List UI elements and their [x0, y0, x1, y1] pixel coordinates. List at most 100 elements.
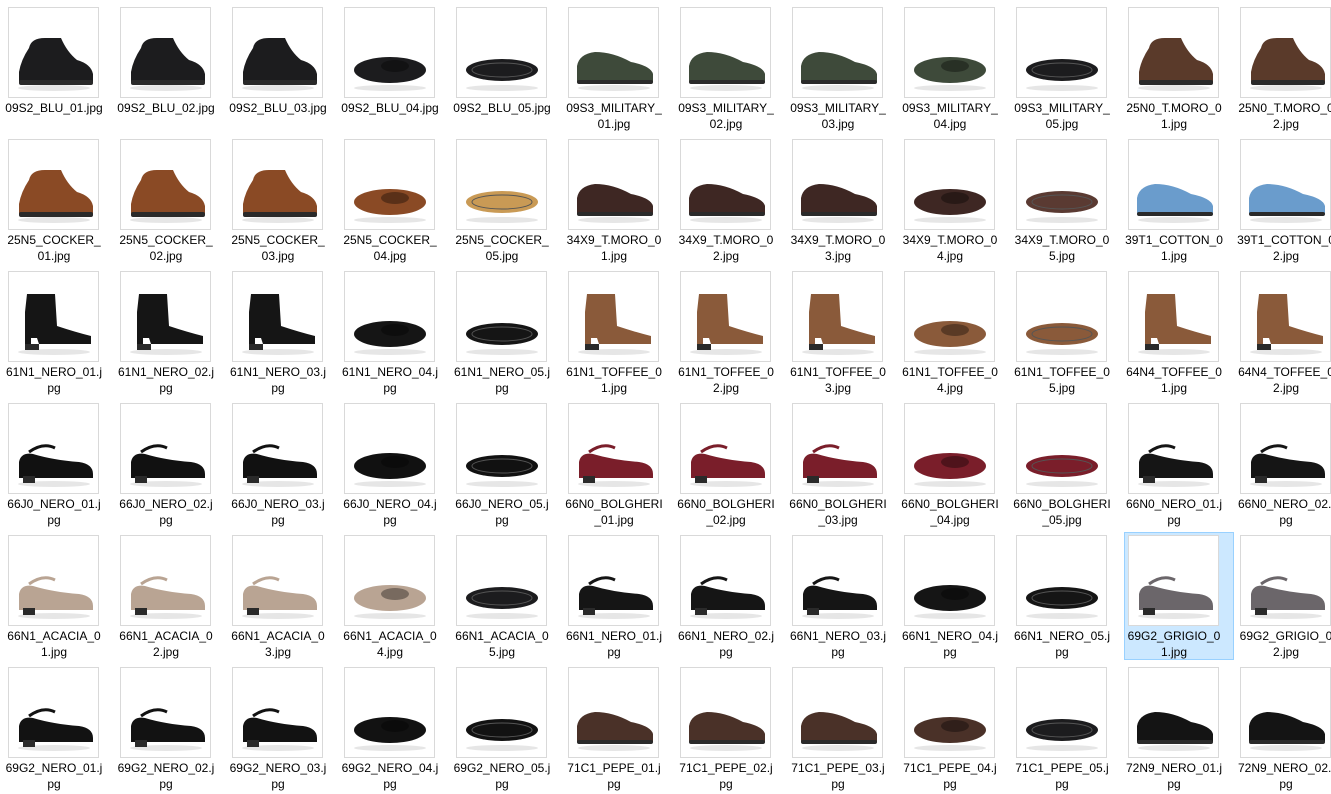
file-item[interactable]: 66N1_ACACIA_02.jpg	[116, 532, 226, 660]
file-item[interactable]: 09S2_BLU_05.jpg	[452, 4, 562, 132]
file-item[interactable]: 61N1_TOFFEE_01.jpg	[564, 268, 674, 396]
file-item[interactable]: 25N5_COCKER_01.jpg	[4, 136, 114, 264]
file-item[interactable]: 69G2_GRIGIO_01.jpg	[1124, 532, 1234, 660]
file-name: 66N1_ACACIA_04.jpg	[343, 629, 437, 659]
file-item[interactable]: 61N1_NERO_05.jpg	[452, 268, 562, 396]
file-item[interactable]: 66N1_ACACIA_01.jpg	[4, 532, 114, 660]
file-item[interactable]: 66N1_NERO_02.jpg	[676, 532, 786, 660]
file-item[interactable]: 69G2_GRIGIO_02.jpg	[1236, 532, 1331, 660]
file-item[interactable]: 66N0_BOLGHERI_03.jpg	[788, 400, 898, 528]
file-item[interactable]: 66N1_ACACIA_04.jpg	[340, 532, 450, 660]
woven-tassel-loafer-front-thumbnail	[792, 139, 883, 230]
file-item[interactable]: 71C1_PEPE_02.jpg	[676, 664, 786, 792]
file-item[interactable]: 09S3_MILITARY_04.jpg	[900, 4, 1010, 132]
file-item[interactable]: 09S3_MILITARY_03.jpg	[788, 4, 898, 132]
file-item[interactable]: 66N0_BOLGHERI_01.jpg	[564, 400, 674, 528]
file-name: 66J0_NERO_01.jpg	[7, 497, 101, 527]
file-item[interactable]: 71C1_PEPE_04.jpg	[900, 664, 1010, 792]
file-item[interactable]: 09S2_BLU_04.jpg	[340, 4, 450, 132]
file-item[interactable]: 66J0_NERO_02.jpg	[116, 400, 226, 528]
file-item[interactable]: 66N0_BOLGHERI_02.jpg	[676, 400, 786, 528]
file-item[interactable]: 71C1_PEPE_03.jpg	[788, 664, 898, 792]
file-item[interactable]: 25N0_T.MORO_02.jpg	[1236, 4, 1331, 132]
file-item[interactable]: 09S2_BLU_01.jpg	[4, 4, 114, 132]
file-item[interactable]: 61N1_NERO_04.jpg	[340, 268, 450, 396]
file-item[interactable]: 69G2_NERO_01.jpg	[4, 664, 114, 792]
file-item[interactable]: 61N1_NERO_01.jpg	[4, 268, 114, 396]
file-item[interactable]: 09S3_MILITARY_05.jpg	[1012, 4, 1122, 132]
woven-tassel-loafer-top-thumbnail	[904, 139, 995, 230]
file-item[interactable]: 34X9_T.MORO_04.jpg	[900, 136, 1010, 264]
file-name: 61N1_TOFFEE_05.jpg	[1014, 365, 1110, 395]
file-item[interactable]: 25N5_COCKER_03.jpg	[228, 136, 338, 264]
file-item[interactable]: 71C1_PEPE_05.jpg	[1012, 664, 1122, 792]
file-item[interactable]: 09S2_BLU_03.jpg	[228, 4, 338, 132]
file-item[interactable]: 09S3_MILITARY_02.jpg	[676, 4, 786, 132]
file-item[interactable]: 69G2_NERO_05.jpg	[452, 664, 562, 792]
file-item[interactable]: 34X9_T.MORO_01.jpg	[564, 136, 674, 264]
file-item[interactable]: 09S2_BLU_02.jpg	[116, 4, 226, 132]
file-item[interactable]: 66N1_NERO_01.jpg	[564, 532, 674, 660]
file-name: 61N1_NERO_03.jpg	[229, 365, 327, 395]
cognac-lace-boot-angle-thumbnail	[120, 139, 211, 230]
burgundy-strap-pump-front-thumbnail	[792, 403, 883, 494]
file-item[interactable]: 72N9_NERO_02.jpg	[1236, 664, 1331, 792]
file-item[interactable]: 66N0_NERO_02.jpg	[1236, 400, 1331, 528]
file-item[interactable]: 61N1_TOFFEE_02.jpg	[676, 268, 786, 396]
file-item[interactable]: 61N1_NERO_02.jpg	[116, 268, 226, 396]
file-item[interactable]: 71C1_PEPE_01.jpg	[564, 664, 674, 792]
file-item[interactable]: 34X9_T.MORO_05.jpg	[1012, 136, 1122, 264]
beige-double-strap-pump-angle-thumbnail	[120, 535, 211, 626]
file-item[interactable]: 34X9_T.MORO_03.jpg	[788, 136, 898, 264]
file-item[interactable]: 64N4_TOFFEE_01.jpg	[1124, 268, 1234, 396]
file-item[interactable]: 39T1_COTTON_01.jpg	[1124, 136, 1234, 264]
file-name: 71C1_PEPE_01.jpg	[567, 761, 661, 791]
black-double-strap-pump-side-thumbnail	[568, 535, 659, 626]
brown-desert-boot-angle-thumbnail	[1240, 7, 1331, 98]
black-ankle-boot-front-thumbnail	[232, 7, 323, 98]
brown-desert-boot-side-thumbnail	[1128, 7, 1219, 98]
file-item[interactable]: 25N5_COCKER_04.jpg	[340, 136, 450, 264]
black-velvet-ballet-flat-top-thumbnail	[344, 667, 435, 758]
file-item[interactable]: 69G2_NERO_02.jpg	[116, 664, 226, 792]
file-name: 72N9_NERO_02.jpg	[1237, 761, 1331, 791]
file-item[interactable]: 39T1_COTTON_02.jpg	[1236, 136, 1331, 264]
file-name: 34X9_T.MORO_03.jpg	[790, 233, 886, 263]
file-item[interactable]: 66N1_NERO_04.jpg	[900, 532, 1010, 660]
file-item[interactable]: 66J0_NERO_03.jpg	[228, 400, 338, 528]
file-item[interactable]: 61N1_TOFFEE_05.jpg	[1012, 268, 1122, 396]
file-item[interactable]: 66N0_BOLGHERI_04.jpg	[900, 400, 1010, 528]
file-item[interactable]: 66N1_ACACIA_05.jpg	[452, 532, 562, 660]
file-name: 66N1_ACACIA_01.jpg	[7, 629, 101, 659]
black-velvet-ballet-flat-sole-thumbnail	[456, 667, 547, 758]
file-item[interactable]: 61N1_TOFFEE_03.jpg	[788, 268, 898, 396]
file-item[interactable]: 66J0_NERO_05.jpg	[452, 400, 562, 528]
file-item[interactable]: 66N1_NERO_03.jpg	[788, 532, 898, 660]
file-item[interactable]: 66N0_BOLGHERI_05.jpg	[1012, 400, 1122, 528]
file-name: 25N5_COCKER_03.jpg	[231, 233, 325, 263]
black-ankle-boot-sole-thumbnail	[456, 7, 547, 98]
toffee-heeled-bootie-front-thumbnail	[792, 271, 883, 362]
file-item[interactable]: 66J0_NERO_01.jpg	[4, 400, 114, 528]
file-item[interactable]: 66N1_ACACIA_03.jpg	[228, 532, 338, 660]
file-name: 66N0_BOLGHERI_02.jpg	[677, 497, 775, 527]
file-item[interactable]: 64N4_TOFFEE_02.jpg	[1236, 268, 1331, 396]
file-item[interactable]: 69G2_NERO_03.jpg	[228, 664, 338, 792]
file-name: 66J0_NERO_03.jpg	[231, 497, 325, 527]
black-double-strap-pump-front-thumbnail	[792, 535, 883, 626]
green-sneaker-top-thumbnail	[904, 7, 995, 98]
file-item[interactable]: 66N0_NERO_01.jpg	[1124, 400, 1234, 528]
file-item[interactable]: 72N9_NERO_01.jpg	[1124, 664, 1234, 792]
file-item[interactable]: 34X9_T.MORO_02.jpg	[676, 136, 786, 264]
file-item[interactable]: 61N1_NERO_03.jpg	[228, 268, 338, 396]
file-name: 66N0_BOLGHERI_05.jpg	[1013, 497, 1111, 527]
file-item[interactable]: 09S3_MILITARY_01.jpg	[564, 4, 674, 132]
file-item[interactable]: 25N0_T.MORO_01.jpg	[1124, 4, 1234, 132]
file-item[interactable]: 69G2_NERO_04.jpg	[340, 664, 450, 792]
file-name: 66N1_NERO_04.jpg	[901, 629, 999, 659]
file-item[interactable]: 66J0_NERO_04.jpg	[340, 400, 450, 528]
file-item[interactable]: 66N1_NERO_05.jpg	[1012, 532, 1122, 660]
file-item[interactable]: 25N5_COCKER_05.jpg	[452, 136, 562, 264]
file-item[interactable]: 61N1_TOFFEE_04.jpg	[900, 268, 1010, 396]
file-item[interactable]: 25N5_COCKER_02.jpg	[116, 136, 226, 264]
